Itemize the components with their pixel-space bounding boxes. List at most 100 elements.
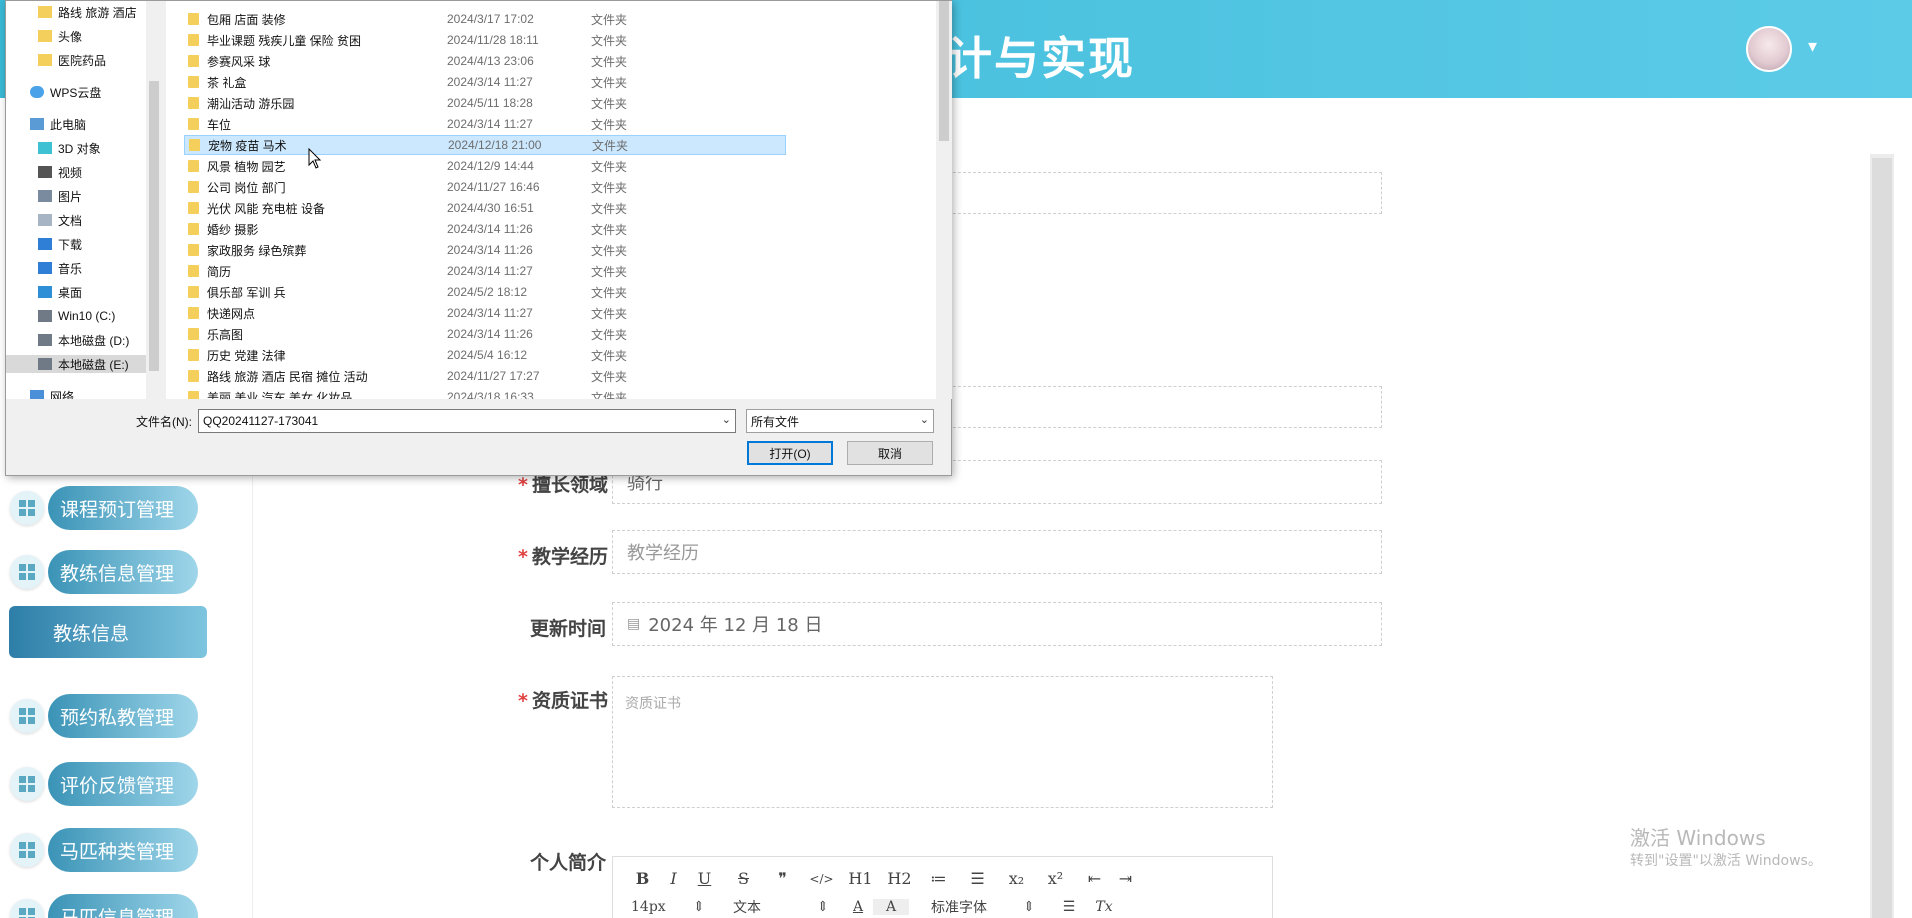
- sidebar-item-horse-info[interactable]: 马匹信息管理: [10, 894, 198, 918]
- bullet-list-icon[interactable]: ☰: [954, 869, 1001, 888]
- font-family-select[interactable]: 标准字体: [909, 897, 1009, 917]
- clear-format-icon[interactable]: Tx: [1089, 899, 1119, 915]
- nav-item[interactable]: 下载: [38, 235, 82, 253]
- file-type: 文件夹: [591, 264, 628, 279]
- folder-icon: [188, 307, 199, 319]
- chevron-down-icon[interactable]: ▾: [1808, 36, 1817, 57]
- nav-item[interactable]: 路线 旅游 酒店: [38, 3, 137, 21]
- folder-icon: [38, 54, 52, 66]
- nav-item[interactable]: 文档: [38, 211, 82, 229]
- required-mark: *: [518, 546, 528, 568]
- outdent-icon[interactable]: ⇤: [1079, 869, 1110, 888]
- sidebar-item-horse-type[interactable]: 马匹种类管理: [10, 828, 198, 872]
- file-row[interactable]: 简历 2024/3/14 11:27 文件夹: [184, 261, 786, 281]
- rich-text-editor[interactable]: B I U S ❞ </> H1 H2 ≔ ☰ x₂ x² ⇤ ⇥ 14px ⇕…: [612, 856, 1273, 918]
- file-row[interactable]: 毕业课题 残疾儿童 保险 贫困 2024/11/28 18:11 文件夹: [184, 30, 786, 50]
- file-row[interactable]: 美丽 美业 汽车 美女 化妆品 2024/3/18 16:33 文件夹: [184, 387, 786, 399]
- strikethrough-icon[interactable]: S: [720, 869, 767, 888]
- nav-item[interactable]: 3D 对象: [38, 139, 101, 157]
- page-scrollbar-thumb[interactable]: [1872, 158, 1892, 918]
- text-type-select[interactable]: 文本: [733, 897, 817, 917]
- chevron-down-icon[interactable]: ⌄: [920, 413, 929, 426]
- code-icon[interactable]: </>: [798, 872, 845, 886]
- ordered-list-icon[interactable]: ≔: [923, 869, 954, 888]
- file-date: 2024/3/14 11:27: [447, 306, 533, 320]
- updown-icon[interactable]: ⇕: [1009, 899, 1049, 915]
- quote-icon[interactable]: ❞: [767, 869, 798, 888]
- font-color-icon[interactable]: A: [843, 899, 873, 915]
- file-row[interactable]: 快递网点 2024/3/14 11:27 文件夹: [184, 303, 786, 323]
- windows-activation-hint: 转到"设置"以激活 Windows。: [1630, 853, 1822, 869]
- underline-icon[interactable]: U: [689, 869, 720, 888]
- file-name: 宠物 疫苗 马术: [208, 138, 287, 153]
- folder-icon: [188, 349, 199, 361]
- sidebar-item-course-booking[interactable]: 课程预订管理: [10, 486, 198, 530]
- indent-icon[interactable]: ⇥: [1110, 869, 1141, 888]
- drive-icon: [38, 310, 52, 322]
- file-row[interactable]: 俱乐部 军训 兵 2024/5/2 18:12 文件夹: [184, 282, 786, 302]
- file-row[interactable]: 光伏 风能 充电桩 设备 2024/4/30 16:51 文件夹: [184, 198, 786, 218]
- nav-item[interactable]: 桌面: [38, 283, 82, 301]
- sidebar-item-coach-info[interactable]: 教练信息管理: [10, 550, 198, 594]
- certificate-textarea[interactable]: 资质证书: [612, 676, 1273, 808]
- file-row[interactable]: 宠物 疫苗 马术 2024/12/18 21:00 文件夹: [184, 135, 786, 155]
- font-size-select[interactable]: 14px: [627, 899, 693, 915]
- file-type: 文件夹: [591, 390, 628, 400]
- folder-icon: [188, 55, 199, 67]
- nav-item[interactable]: WPS云盘: [30, 83, 101, 101]
- file-row[interactable]: 车位 2024/3/14 11:27 文件夹: [184, 114, 786, 134]
- align-icon[interactable]: ☰: [1049, 899, 1089, 915]
- editor-toolbar-row-2: 14px ⇕ 文本 ⇕ A A 标准字体 ⇕ ☰ Tx: [627, 897, 1119, 917]
- cancel-button[interactable]: 取消: [847, 441, 933, 465]
- italic-icon[interactable]: I: [658, 869, 689, 888]
- update-time-field[interactable]: ▤ 2024 年 12 月 18 日: [612, 602, 1382, 646]
- filetype-select[interactable]: 所有文件 ⌄: [746, 409, 934, 433]
- file-type: 文件夹: [591, 117, 628, 132]
- nav-item[interactable]: 图片: [38, 187, 82, 205]
- heading-2-icon[interactable]: H2: [876, 869, 923, 888]
- folder-icon: [188, 118, 199, 130]
- heading-1-icon[interactable]: H1: [845, 869, 876, 888]
- file-row[interactable]: 茶 礼盒 2024/3/14 11:27 文件夹: [184, 72, 786, 92]
- nav-item-selected[interactable]: 本地磁盘 (E:): [6, 355, 146, 373]
- file-row[interactable]: 乐高图 2024/3/14 11:26 文件夹: [184, 324, 786, 344]
- file-row[interactable]: 风景 植物 园艺 2024/12/9 14:44 文件夹: [184, 156, 786, 176]
- nav-item[interactable]: 视频: [38, 163, 82, 181]
- sidebar-item-private-coach[interactable]: 预约私教管理: [10, 694, 198, 738]
- superscript-icon[interactable]: x²: [1032, 869, 1079, 888]
- file-row[interactable]: 历史 党建 法律 2024/5/4 16:12 文件夹: [184, 345, 786, 365]
- nav-item[interactable]: Win10 (C:): [38, 307, 115, 325]
- filename-input[interactable]: QQ20241127-173041 ⌄: [198, 409, 736, 433]
- bold-icon[interactable]: B: [627, 869, 658, 888]
- sidebar-subitem-coach-info[interactable]: 教练信息: [9, 606, 207, 658]
- file-list-scrollbar-thumb[interactable]: [939, 1, 949, 141]
- file-row[interactable]: 参赛风采 球 2024/4/13 23:06 文件夹: [184, 51, 786, 71]
- avatar[interactable]: [1746, 26, 1792, 72]
- nav-item[interactable]: 音乐: [38, 259, 82, 277]
- nav-item[interactable]: 本地磁盘 (D:): [38, 331, 129, 349]
- nav-scrollbar-thumb[interactable]: [149, 81, 159, 371]
- nav-item[interactable]: 网络: [30, 387, 74, 399]
- updown-icon[interactable]: ⇕: [817, 899, 843, 915]
- updown-icon[interactable]: ⇕: [693, 899, 733, 915]
- file-row[interactable]: 家政服务 绿色殡葬 2024/3/14 11:26 文件夹: [184, 240, 786, 260]
- file-row[interactable]: 公司 岗位 部门 2024/11/27 16:46 文件夹: [184, 177, 786, 197]
- nav-item[interactable]: 医院药品: [38, 51, 106, 69]
- windows-activation-watermark: 激活 Windows: [1630, 826, 1766, 850]
- experience-field[interactable]: 教学经历: [612, 530, 1382, 574]
- chevron-down-icon[interactable]: ⌄: [722, 413, 731, 426]
- background-color-icon[interactable]: A: [873, 899, 909, 915]
- nav-item[interactable]: 此电脑: [30, 115, 86, 133]
- sidebar-item-feedback[interactable]: 评价反馈管理: [10, 762, 198, 806]
- file-row[interactable]: 路线 旅游 酒店 民宿 摊位 活动 2024/11/27 17:27 文件夹: [184, 366, 786, 386]
- nav-item[interactable]: 头像: [38, 27, 82, 45]
- file-name: 乐高图: [207, 327, 244, 342]
- file-row[interactable]: 潮汕活动 游乐园 2024/5/11 18:28 文件夹: [184, 93, 786, 113]
- file-type: 文件夹: [591, 201, 628, 216]
- file-row[interactable]: 婚纱 摄影 2024/3/14 11:26 文件夹: [184, 219, 786, 239]
- open-button[interactable]: 打开(O): [747, 441, 833, 465]
- file-row[interactable]: 包厢 店面 装修 2024/3/17 17:02 文件夹: [184, 9, 786, 29]
- subscript-icon[interactable]: x₂: [1001, 869, 1032, 888]
- navigation-pane: 路线 旅游 酒店 头像 医院药品 WPS云盘 此电脑 3D 对象 视频 图片 文…: [6, 1, 162, 399]
- file-type: 文件夹: [591, 159, 628, 174]
